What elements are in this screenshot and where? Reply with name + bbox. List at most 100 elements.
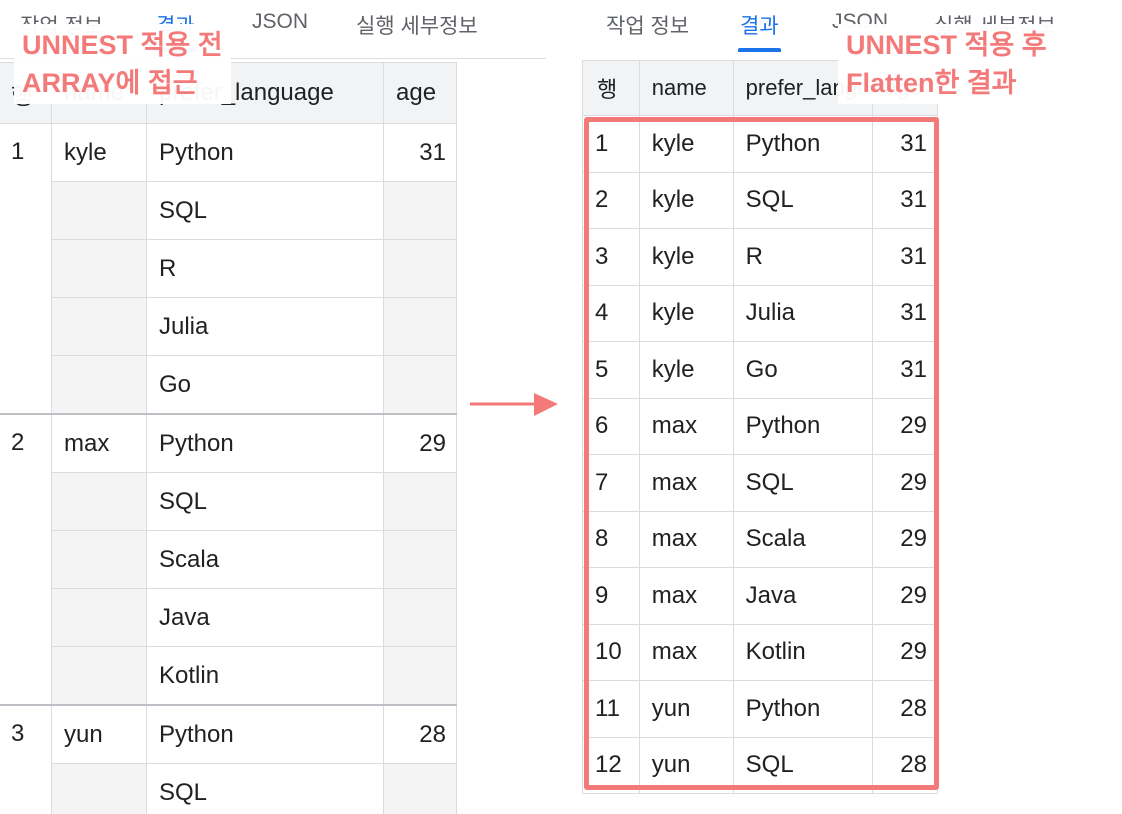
language-cell[interactable]: SQL — [146, 181, 384, 240]
column-header-name[interactable]: name — [638, 60, 734, 116]
row-number-cell: 1 — [582, 115, 640, 173]
age-cell[interactable]: 29 — [871, 510, 939, 568]
language-cell[interactable]: Java — [732, 567, 873, 625]
tab-execution-details[interactable]: 실행 세부정보 — [356, 10, 478, 40]
language-cell[interactable]: Scala — [732, 510, 873, 568]
name-cell-empty — [51, 355, 147, 415]
table-sub-row: SQL — [0, 472, 457, 531]
table-row: 12 yun SQL 28 — [582, 736, 939, 794]
row-number-cell: 7 — [582, 454, 640, 512]
age-cell-empty — [383, 355, 457, 415]
column-header-age[interactable]: age — [383, 62, 457, 124]
language-cell[interactable]: Python — [146, 123, 384, 182]
annotation-line: UNNEST 적용 후 — [846, 30, 1047, 60]
tab-results[interactable]: 결과 — [738, 10, 781, 52]
table-row: 1 kyle Python 31 — [0, 123, 457, 415]
language-cell[interactable]: Go — [732, 341, 873, 399]
name-cell[interactable]: kyle — [51, 123, 147, 182]
language-cell[interactable]: R — [146, 239, 384, 298]
tab-job-info[interactable]: 작업 정보 — [606, 10, 689, 40]
annotation-before-unnest: UNNEST 적용 전 ARRAY에 접근 — [14, 24, 231, 104]
name-cell-empty — [51, 297, 147, 356]
table-sub-row: Scala — [0, 530, 457, 589]
age-cell[interactable]: 28 — [871, 680, 939, 738]
row-number-cell: 12 — [582, 736, 640, 794]
name-cell[interactable]: max — [638, 623, 734, 681]
age-cell[interactable]: 31 — [383, 123, 457, 182]
table-row: 9 max Java 29 — [582, 567, 939, 625]
table-row: 7 max SQL 29 — [582, 454, 939, 512]
table-body: 1 kyle Python 31 2 kyle SQL 31 3 kyle R 31 4 kyle Juli… — [582, 115, 939, 794]
language-cell[interactable]: Python — [732, 115, 873, 173]
name-cell-empty — [51, 530, 147, 589]
age-cell[interactable]: 29 — [871, 567, 939, 625]
language-cell[interactable]: Scala — [146, 530, 384, 589]
age-cell[interactable]: 29 — [871, 397, 939, 455]
table-row: 11 yun Python 28 — [582, 680, 939, 738]
age-cell[interactable]: 28 — [383, 704, 457, 764]
table-body: 1 kyle Python 31 SQL R Julia Go 2 max Python 29 SQL S… — [0, 123, 457, 814]
row-number-cell: 5 — [582, 341, 640, 399]
table-row: 1 kyle Python 31 — [582, 115, 939, 173]
language-cell[interactable]: Go — [146, 355, 384, 415]
name-cell[interactable]: max — [638, 454, 734, 512]
name-cell[interactable]: kyle — [638, 341, 734, 399]
column-header-row-number: 행 — [582, 60, 640, 116]
language-cell[interactable]: SQL — [146, 472, 384, 531]
language-cell[interactable]: SQL — [732, 454, 873, 512]
name-cell[interactable]: max — [638, 397, 734, 455]
name-cell-empty — [51, 646, 147, 706]
language-cell[interactable]: Julia — [146, 297, 384, 356]
annotation-after-unnest: UNNEST 적용 후 Flatten한 결과 — [838, 24, 1055, 104]
name-cell[interactable]: yun — [51, 704, 147, 764]
language-cell[interactable]: SQL — [732, 736, 873, 794]
name-cell[interactable]: max — [638, 567, 734, 625]
right-arrow-icon — [470, 393, 558, 416]
name-cell[interactable]: max — [638, 510, 734, 568]
language-cell[interactable]: Python — [732, 397, 873, 455]
age-cell[interactable]: 31 — [871, 228, 939, 286]
language-cell[interactable]: Kotlin — [732, 623, 873, 681]
language-cell[interactable]: Julia — [732, 284, 873, 342]
table-row: 2 max Python 29 — [0, 413, 457, 706]
right-results-panel: 작업 정보 결과 JSON 실행 세부정보 행 name prefer_lang… — [582, 0, 1122, 814]
age-cell[interactable]: 29 — [383, 413, 457, 473]
table-row: 8 max Scala 29 — [582, 510, 939, 568]
name-cell[interactable]: max — [51, 413, 147, 473]
annotation-line: Flatten한 결과 — [846, 68, 1017, 98]
language-cell[interactable]: SQL — [732, 171, 873, 229]
age-cell[interactable]: 31 — [871, 171, 939, 229]
name-cell[interactable]: kyle — [638, 284, 734, 342]
age-cell[interactable]: 31 — [871, 341, 939, 399]
name-cell[interactable]: kyle — [638, 115, 734, 173]
table-sub-row: R — [0, 239, 457, 298]
table-row: 6 max Python 29 — [582, 397, 939, 455]
name-cell[interactable]: yun — [638, 680, 734, 738]
name-cell[interactable]: kyle — [638, 228, 734, 286]
tab-json[interactable]: JSON — [252, 10, 308, 34]
name-cell-empty — [51, 588, 147, 647]
row-number-cell: 4 — [582, 284, 640, 342]
language-cell[interactable]: Python — [146, 704, 384, 764]
row-number-cell: 3 — [582, 228, 640, 286]
language-cell[interactable]: SQL — [146, 763, 384, 814]
age-cell-empty — [383, 472, 457, 531]
age-cell[interactable]: 31 — [871, 284, 939, 342]
age-cell[interactable]: 31 — [871, 115, 939, 173]
age-cell[interactable]: 29 — [871, 454, 939, 512]
language-cell[interactable]: Kotlin — [146, 646, 384, 706]
language-cell[interactable]: Python — [732, 680, 873, 738]
name-cell[interactable]: kyle — [638, 171, 734, 229]
left-results-panel: 작업 정보 결과 JSON 실행 세부정보 행 name prefer_lang… — [0, 0, 546, 814]
table-sub-row: SQL — [0, 181, 457, 240]
age-cell[interactable]: 29 — [871, 623, 939, 681]
active-tab-indicator — [738, 48, 781, 52]
language-cell[interactable]: Python — [146, 413, 384, 473]
age-cell[interactable]: 28 — [871, 736, 939, 794]
row-number-cell: 2 — [582, 171, 640, 229]
row-number-cell: 6 — [582, 397, 640, 455]
name-cell[interactable]: yun — [638, 736, 734, 794]
language-cell[interactable]: R — [732, 228, 873, 286]
language-cell[interactable]: Java — [146, 588, 384, 647]
table-row: 4 kyle Julia 31 — [582, 284, 939, 342]
